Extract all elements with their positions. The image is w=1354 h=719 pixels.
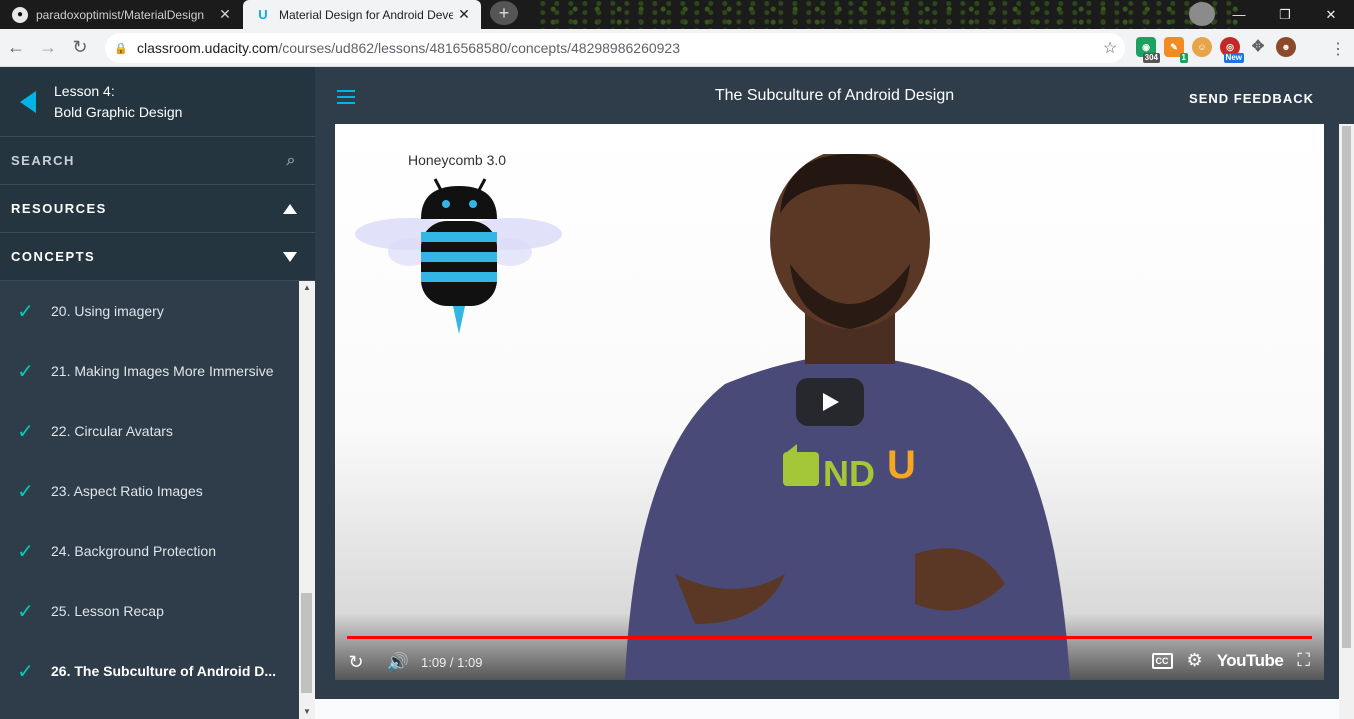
udacity-icon: U: [258, 7, 268, 22]
video-time: 1:09 / 1:09: [421, 654, 483, 670]
settings-gear-icon[interactable]: ⚙: [1187, 650, 1203, 671]
top-bar: The Subculture of Android Design SEND FE…: [315, 67, 1354, 124]
minimize-icon[interactable]: —: [1216, 7, 1262, 22]
address-bar[interactable]: 🔒 classroom.udacity.com/courses/ud862/le…: [105, 33, 1125, 63]
concept-item-current[interactable]: ✓ 26. The Subculture of Android D...: [0, 641, 298, 701]
check-icon: ✓: [17, 420, 34, 443]
window-close-icon[interactable]: ✕: [1308, 7, 1354, 23]
scroll-up-icon[interactable]: ▲: [303, 283, 311, 292]
video-player[interactable]: Honeycomb 3.0 ND U ↻ 🔊 1:09 / 1:09 CC ⚙ …: [335, 124, 1324, 680]
sidebar: Lesson 4: Bold Graphic Design SEARCH ⌕ R…: [0, 67, 315, 719]
extension-icon-1[interactable]: ◉ 304: [1136, 37, 1160, 63]
tab-title: Material Design for Android Deve: [279, 7, 453, 22]
caret-up-icon: [283, 203, 297, 214]
send-feedback-button[interactable]: SEND FEEDBACK: [1189, 91, 1314, 106]
youtube-logo[interactable]: YouTube: [1217, 651, 1284, 671]
sidebar-search[interactable]: SEARCH ⌕: [0, 137, 315, 185]
concept-label: 26. The Subculture of Android D...: [51, 663, 277, 679]
avatar[interactable]: ☻: [1276, 37, 1296, 57]
concept-item[interactable]: ✓ 25. Lesson Recap: [0, 581, 298, 641]
concept-item[interactable]: ✓ 20. Using imagery: [0, 281, 298, 341]
concept-label: 23. Aspect Ratio Images: [51, 483, 203, 499]
search-icon[interactable]: ⌕: [287, 152, 297, 170]
video-controls-right: CC ⚙ YouTube ⛶: [1151, 650, 1310, 671]
concept-item[interactable]: ✓ 22. Circular Avatars: [0, 401, 298, 461]
check-icon: ✓: [17, 360, 34, 383]
browser-toolbar: ← → ↻ 🔒 classroom.udacity.com/courses/ud…: [0, 29, 1354, 67]
concept-item[interactable]: ✓ 21. Making Images More Immersive: [0, 341, 298, 401]
play-button[interactable]: [796, 378, 864, 426]
lesson-number: Lesson 4:: [54, 82, 115, 99]
check-icon: ✓: [17, 480, 34, 503]
captions-button[interactable]: CC: [1151, 652, 1173, 669]
lesson-name: Bold Graphic Design: [54, 103, 183, 120]
back-icon[interactable]: [20, 90, 36, 113]
main-content: The Subculture of Android Design SEND FE…: [315, 67, 1354, 719]
reload-icon[interactable]: ↻: [64, 37, 96, 58]
lesson-title: Lesson 4: Bold Graphic Design: [54, 81, 182, 123]
video-overlay-text: Honeycomb 3.0: [408, 152, 507, 168]
tabstrip-theme-pattern: [540, 0, 1240, 29]
extensions-bar: ◉ 304 ✎ 1 ☺ ◎ New ✥ ☻: [1136, 37, 1296, 63]
extension-icon-2[interactable]: ✎ 1: [1164, 37, 1188, 63]
concept-item[interactable]: ✓ 23. Aspect Ratio Images: [0, 461, 298, 521]
volume-icon[interactable]: 🔊: [377, 652, 419, 673]
browser-menu-icon[interactable]: ⋮: [1330, 39, 1346, 59]
new-tab-button[interactable]: +: [490, 1, 518, 25]
sidebar-concepts[interactable]: CONCEPTS: [0, 233, 315, 281]
svg-text:ND: ND: [823, 453, 875, 494]
check-icon: ✓: [17, 300, 34, 323]
concept-label: 25. Lesson Recap: [51, 603, 164, 619]
video-progress-bar[interactable]: [347, 636, 1312, 639]
concept-list: ✓ 20. Using imagery ✓ 21. Making Images …: [0, 281, 298, 719]
check-icon: ✓: [17, 600, 34, 623]
window-controls: — ❐ ✕: [1216, 0, 1354, 29]
scrollbar-thumb[interactable]: [301, 593, 312, 693]
resources-label: RESOURCES: [11, 201, 107, 216]
video-container: Honeycomb 3.0 ND U ↻ 🔊 1:09 / 1:09 CC ⚙ …: [315, 124, 1339, 699]
sidebar-resources[interactable]: RESOURCES: [0, 185, 315, 233]
fullscreen-icon[interactable]: ⛶: [1297, 650, 1310, 671]
forward-arrow-icon[interactable]: →: [32, 37, 64, 58]
concept-label: 20. Using imagery: [51, 303, 164, 319]
check-icon: ✓: [17, 660, 34, 683]
tab-udacity[interactable]: U Material Design for Android Deve ✕: [243, 0, 481, 29]
lock-icon[interactable]: 🔒: [105, 42, 137, 55]
puzzle-extensions-icon[interactable]: ✥: [1248, 37, 1268, 57]
extension-icon-3[interactable]: ☺: [1192, 37, 1212, 57]
url-text[interactable]: classroom.udacity.com/courses/ud862/less…: [137, 40, 1095, 56]
hamburger-menu-icon[interactable]: [337, 90, 355, 108]
lesson-header[interactable]: Lesson 4: Bold Graphic Design: [0, 67, 315, 137]
svg-text:U: U: [887, 443, 916, 487]
main-scrollbar[interactable]: [1339, 124, 1354, 719]
restore-icon[interactable]: ❐: [1262, 7, 1308, 23]
back-arrow-icon[interactable]: ←: [0, 37, 32, 58]
concept-label: 21. Making Images More Immersive: [51, 363, 274, 379]
caret-down-icon: [283, 251, 297, 262]
extension-icon-4[interactable]: ◎ New: [1220, 37, 1244, 63]
tab-title: paradoxoptimist/MaterialDesign: [36, 7, 205, 22]
concept-item[interactable]: ✓ 24. Background Protection: [0, 521, 298, 581]
scrollbar-thumb[interactable]: [1342, 126, 1351, 648]
close-icon[interactable]: ✕: [214, 6, 236, 23]
video-controls: ↻ 🔊 1:09 / 1:09 CC ⚙ YouTube ⛶: [335, 644, 1324, 680]
scroll-down-icon[interactable]: ▼: [303, 707, 311, 716]
browser-tabstrip: ● paradoxoptimist/MaterialDesign ✕ U Mat…: [0, 0, 1354, 29]
close-icon[interactable]: ✕: [453, 6, 475, 23]
tab-github[interactable]: ● paradoxoptimist/MaterialDesign ✕: [0, 0, 242, 29]
github-icon: ●: [12, 6, 28, 23]
concept-label: 22. Circular Avatars: [51, 423, 173, 439]
bookmark-star-icon[interactable]: ☆: [1095, 38, 1125, 58]
concepts-label: CONCEPTS: [11, 249, 96, 264]
sidebar-scrollbar[interactable]: ▲ ▼: [299, 281, 315, 719]
concept-label: 24. Background Protection: [51, 543, 216, 559]
check-icon: ✓: [17, 540, 34, 563]
replay-icon[interactable]: ↻: [335, 652, 377, 673]
search-label: SEARCH: [11, 153, 75, 168]
tab-search-icon[interactable]: [1189, 2, 1215, 26]
honeycomb-bee-illustration: [355, 178, 562, 334]
